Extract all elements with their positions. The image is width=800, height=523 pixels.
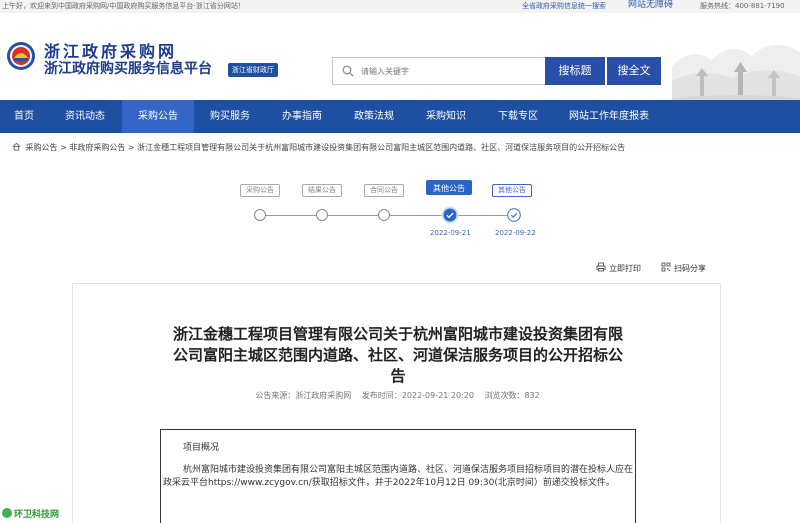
top-bar: 上午好，欢迎来到中国政府采购网/中国政府购买服务信息平台-浙江省分网站！ 全省政… [0,0,800,13]
views-label: 浏览次数： [484,391,525,400]
unified-search-link[interactable]: 全省政府采购信息统一搜索 [522,0,606,13]
watermark-leaf-icon [2,508,12,518]
timeline-step-other[interactable]: 其他公告 [492,184,532,197]
source-value: 浙江政府采购网 [295,391,352,400]
search-box [332,57,546,85]
views-value: 832 [524,391,540,400]
nav-item-annual-report[interactable]: 网站工作年度报表 [554,100,664,133]
overview-body: 杭州富阳城市建设投资集团有限公司富阳主城区范围内道路、社区、河道保洁服务项目招标… [163,465,634,488]
nav-item-home[interactable]: 首页 [0,100,48,133]
time-field: 发布时间：2022-09-21 20:20 [362,391,474,400]
nav-item-procurement-notice[interactable]: 采购公告 [122,100,194,133]
article-meta: 公告来源：浙江政府采购网 发布时间：2022-09-21 20:20 浏览次数：… [73,390,722,401]
nav-item-knowledge[interactable]: 采购知识 [410,100,482,133]
time-label: 发布时间： [361,391,402,400]
timeline-step-result[interactable]: 结果公告 [302,184,342,197]
time-value: 2022-09-21 20:20 [401,391,474,400]
timeline-dot [378,209,390,221]
welcome-text: 上午好，欢迎来到中国政府采购网/中国政府购买服务信息平台-浙江省分网站！ [2,2,245,10]
breadcrumb: 采购公告 > 非政府采购公告 > 浙江金穗工程项目管理有限公司关于杭州富阳城市建… [12,141,625,155]
nav-item-download[interactable]: 下载专区 [482,100,554,133]
service-phone: 服务热线：400-881-7190 [700,2,785,10]
printer-icon [596,262,606,272]
article-card: 浙江金穗工程项目管理有限公司关于杭州富阳城市建设投资集团有限公司富阳主城区范围内… [72,283,721,523]
breadcrumb-text[interactable]: 采购公告 > 非政府采购公告 > 浙江金穗工程项目管理有限公司关于杭州富阳城市建… [26,143,626,152]
source-field: 公告来源：浙江政府采购网 [255,391,351,400]
qr-code-icon [661,262,671,272]
timeline-step-procurement[interactable]: 采购公告 [240,184,280,197]
nav-item-news[interactable]: 资讯动态 [48,100,122,133]
nav-item-purchase-service[interactable]: 购买服务 [194,100,266,133]
print-button[interactable]: 立即打印 [596,262,641,275]
timeline-dot [254,209,266,221]
search-title-button[interactable]: 搜标题 [545,57,605,85]
watermark-text: 环卫科技网 [14,510,60,520]
share-label: 扫码分享 [674,264,706,273]
department-badge: 浙江省财政厅 [228,63,278,77]
project-overview-box: 项目概况 杭州富阳城市建设投资集团有限公司富阳主城区范围内道路、社区、河道保洁服… [160,429,636,523]
nav-item-policy[interactable]: 政策法规 [338,100,410,133]
timeline-date-next: 2022-09-22 [495,229,536,237]
timeline-step-contract[interactable]: 合同公告 [364,184,404,197]
timeline-dot [316,209,328,221]
site-header: 浙江政府采购网 浙江政府购买服务信息平台 浙江省财政厅 搜标题 搜全文 [0,13,800,113]
print-label: 立即打印 [609,264,641,273]
nav-item-guide[interactable]: 办事指南 [266,100,338,133]
main-nav: 首页 资讯动态 采购公告 购买服务 办事指南 政策法规 采购知识 下载专区 网站… [0,100,800,133]
timeline-step-other-active[interactable]: 其他公告 [426,180,472,195]
timeline-done-check-icon [507,208,521,222]
barrier-free-link[interactable]: 网站无障碍 [628,0,673,12]
notice-timeline: 采购公告 结果公告 合同公告 其他公告 其他公告 2022-09-21 2022… [230,178,550,240]
timeline-date-active: 2022-09-21 [430,229,471,237]
home-icon [12,142,21,151]
search-input[interactable] [361,62,541,80]
watermark-logo: 环卫科技网 [2,508,59,523]
source-label: 公告来源： [255,391,296,400]
search-fulltext-button[interactable]: 搜全文 [607,57,661,85]
overview-heading: 项目概况 [183,443,220,453]
emblem-logo-icon[interactable] [6,41,36,71]
timeline-active-check-icon [441,206,459,224]
article-title: 浙江金穗工程项目管理有限公司关于杭州富阳城市建设投资集团有限公司富阳主城区范围内… [172,325,623,385]
brand-subtitle[interactable]: 浙江政府购买服务信息平台 [44,58,212,78]
search-icon [342,65,354,77]
views-field: 浏览次数：832 [484,391,539,400]
share-button[interactable]: 扫码分享 [661,262,706,275]
